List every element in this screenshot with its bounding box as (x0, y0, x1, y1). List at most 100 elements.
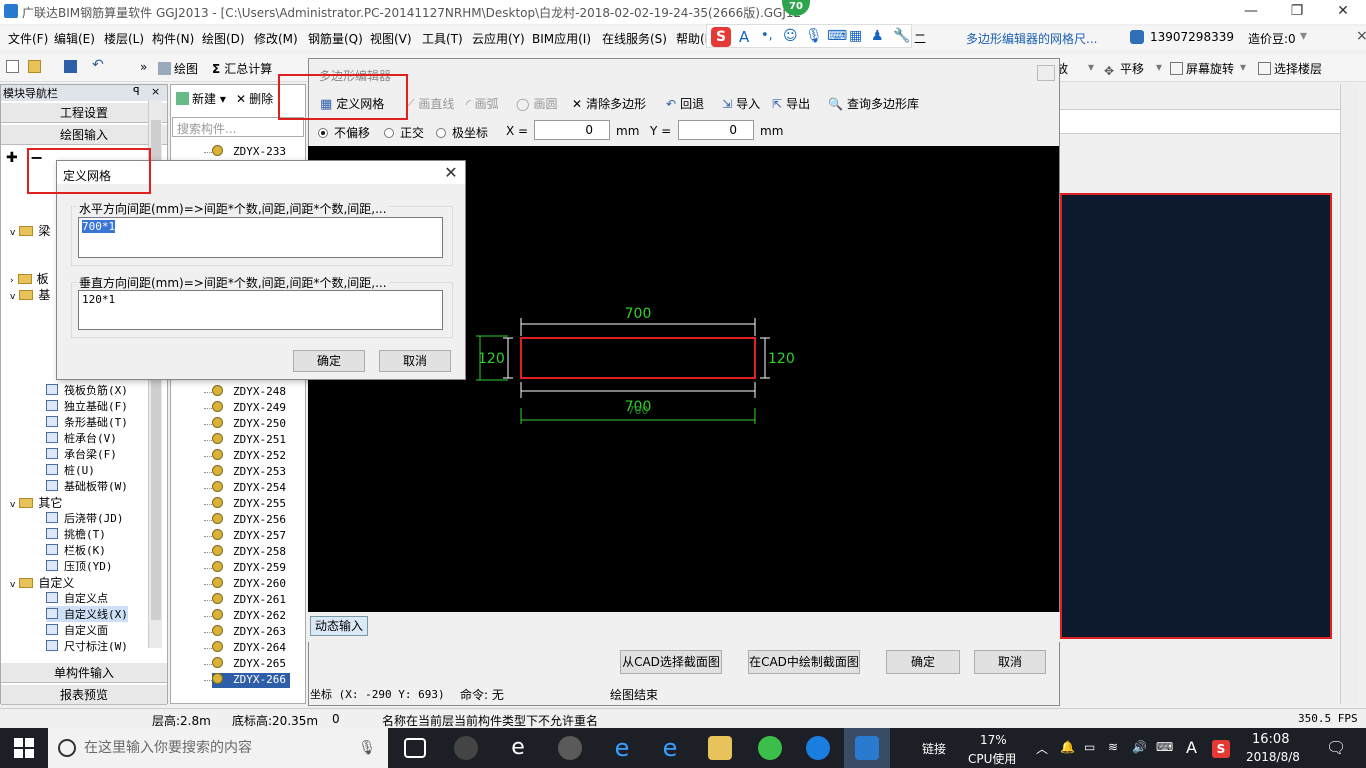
ie-browser-icon[interactable]: e (506, 736, 530, 760)
component-item[interactable]: ZDYX-252 (204, 449, 286, 464)
drawing-input-button[interactable]: 绘图输入 (1, 125, 167, 145)
radio-no-offset[interactable]: 不偏移 (318, 124, 370, 141)
menu-floor[interactable]: 楼层(L) (104, 30, 144, 47)
export-button[interactable]: ⇱ 导出 (772, 95, 810, 112)
tree-item-dimension[interactable]: 尺寸标注(W) (46, 638, 128, 654)
ime-mode-icon[interactable]: A (739, 28, 749, 46)
tray-link-label[interactable]: 链接 (922, 740, 946, 757)
query-polygon-lib-button[interactable]: 🔍 查询多边形库 (828, 95, 919, 112)
mic-icon[interactable]: 🎙 (358, 728, 376, 768)
tree-group-custom[interactable]: v 自定义 (10, 574, 74, 591)
tree-item-custom-line[interactable]: 自定义线(X) (46, 606, 128, 622)
maximize-button[interactable]: ❐ (1274, 0, 1320, 24)
tree-item-isolated-footing[interactable]: 独立基础(F) (46, 398, 128, 414)
right-scrollbar[interactable] (1340, 84, 1358, 704)
internet-explorer-icon[interactable]: e (658, 736, 682, 760)
menu-view[interactable]: 视图(V) (370, 30, 412, 47)
pin-icon[interactable]: ꟼ (133, 85, 140, 98)
polygon-cancel-button[interactable]: 取消 (974, 650, 1046, 674)
help-tip-link[interactable]: 多边形编辑器的网格尺... (966, 30, 1097, 47)
component-item[interactable]: ZDYX-249 (204, 401, 286, 416)
x-coord-input[interactable]: 0 (534, 120, 610, 140)
keyboard-icon[interactable]: ⌨ (827, 28, 847, 44)
minimize-button[interactable]: — (1228, 0, 1274, 24)
save-icon[interactable] (64, 60, 80, 74)
tree-group-slab[interactable]: › 板 (10, 270, 49, 287)
volume-icon[interactable]: 🔊 (1132, 740, 1147, 754)
pan-dropdown-icon[interactable]: ▾ (1156, 60, 1162, 74)
rotate-button[interactable]: 屏幕旋转 (1170, 60, 1234, 77)
emoji-icon[interactable]: ☺ (783, 28, 798, 44)
vertical-spacing-input[interactable]: 120*1 (78, 290, 443, 330)
tree-item-custom-point[interactable]: 自定义点 (46, 590, 108, 606)
user-phone[interactable]: 13907298339 (1150, 30, 1234, 44)
dynamic-input-button[interactable]: 动态输入 (310, 616, 368, 636)
menu-cloud[interactable]: 云应用(Y) (472, 30, 525, 47)
tray-chevron-icon[interactable]: ︿ (1036, 740, 1048, 757)
menu-rebar[interactable]: 钢筋量(Q) (308, 30, 363, 47)
task-view-icon[interactable] (404, 738, 426, 758)
touch-keyboard-icon[interactable]: ⌨ (1156, 740, 1173, 754)
draw-arc-button[interactable]: ◜ 画弧 (466, 95, 499, 112)
action-center-icon[interactable]: 🗨 (1326, 738, 1346, 757)
tree-item-foundation-strip[interactable]: 基础板带(W) (46, 478, 128, 494)
clear-polygon-button[interactable]: ✕ 清除多边形 (572, 95, 646, 112)
pinwheel-app-icon[interactable] (454, 736, 478, 760)
tree-item-coping[interactable]: 压顶(YD) (46, 558, 113, 574)
zoom-dropdown-icon[interactable]: ▾ (1088, 60, 1094, 74)
undo-icon[interactable]: ↶ (92, 57, 104, 73)
wrench-icon[interactable]: 🔧 (893, 28, 910, 44)
tree-item-cap-beam[interactable]: 承台梁(F) (46, 446, 117, 462)
tree-group-beam[interactable]: v梁 (10, 222, 50, 239)
shirt-icon[interactable]: ♟ (871, 28, 884, 44)
y-coord-input[interactable]: 0 (678, 120, 754, 140)
main-drawing-canvas[interactable] (1060, 193, 1332, 639)
component-item[interactable]: ZDYX-265 (204, 657, 286, 672)
select-from-cad-button[interactable]: 从CAD选择截面图 (620, 650, 722, 674)
menu-bim[interactable]: BIM应用(I) (532, 30, 591, 47)
tree-item-raft-neg-rebar[interactable]: 筏板负筋(X) (46, 382, 128, 398)
edge-browser-icon[interactable]: e (610, 736, 634, 760)
tree-item-strip-footing[interactable]: 条形基础(T) (46, 414, 128, 430)
single-input-button[interactable]: 单构件输入 (1, 663, 167, 683)
component-item[interactable]: ZDYX-253 (204, 465, 286, 480)
pan-button[interactable]: ✥ 平移 (1104, 60, 1144, 78)
tree-item-custom-face[interactable]: 自定义面 (46, 622, 108, 638)
active-app-tile[interactable] (844, 728, 890, 768)
clock-date[interactable]: 2018/8/8 (1246, 750, 1300, 764)
menu-modify[interactable]: 修改(M) (254, 30, 298, 47)
new-file-icon[interactable] (6, 60, 22, 74)
battery-icon[interactable]: ▭ (1084, 740, 1095, 754)
menu-tools[interactable]: 工具(T) (422, 30, 463, 47)
grid-cancel-button[interactable]: 取消 (379, 350, 451, 372)
component-item[interactable]: ZDYX-251 (204, 433, 286, 448)
component-item[interactable]: ZDYX-256 (204, 513, 286, 528)
tree-item-parapet[interactable]: 栏板(K) (46, 542, 106, 558)
menu-edit[interactable]: 编辑(E) (54, 30, 95, 47)
sum-calc-button[interactable]: Σ 汇总计算 (212, 60, 272, 77)
sogou-tray-icon[interactable]: S (1212, 740, 1230, 758)
edge-swirl-icon[interactable] (558, 736, 582, 760)
component-item-selected[interactable]: ZDYX-266 (204, 673, 290, 688)
component-item[interactable]: ZDYX-264 (204, 641, 286, 656)
polygon-rectangle[interactable] (520, 337, 756, 379)
input-mode-indicator[interactable]: A (1186, 738, 1197, 757)
radio-orthogonal[interactable]: 正交 (384, 124, 424, 141)
nav-close-icon[interactable]: × (151, 85, 160, 98)
skin-icon[interactable]: ▦ (849, 28, 862, 44)
tree-item-eave[interactable]: 挑檐(T) (46, 526, 106, 542)
tree-item-post-cast-strip[interactable]: 后浇带(JD) (46, 510, 124, 526)
overflow-icon[interactable]: » (140, 60, 147, 74)
select-floor-button[interactable]: 选择楼层 (1258, 60, 1322, 77)
project-settings-button[interactable]: 工程设置 (1, 103, 167, 123)
component-item[interactable]: ZDYX-259 (204, 561, 286, 576)
close-button[interactable]: ✕ (1320, 0, 1366, 24)
menu-file[interactable]: 文件(F) (8, 30, 48, 47)
component-item[interactable]: ZDYX-258 (204, 545, 286, 560)
component-item[interactable]: ZDYX-260 (204, 577, 286, 592)
horizontal-spacing-input[interactable]: 700*1 (78, 217, 443, 258)
component-item[interactable]: ZDYX-263 (204, 625, 286, 640)
windows-start-icon[interactable] (14, 738, 34, 758)
draw-circle-button[interactable]: ◯ 画圆 (516, 95, 557, 112)
polygon-editor-close-button[interactable] (1037, 65, 1055, 81)
